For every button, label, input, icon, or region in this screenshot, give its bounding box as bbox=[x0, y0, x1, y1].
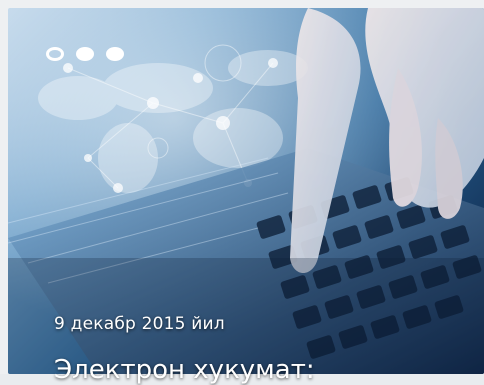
news-slider-frame: 9 декабр 2015 йил Электрон хукумат: bbox=[0, 0, 484, 385]
news-date: 9 декабр 2015 йил bbox=[54, 314, 225, 334]
slider-dot-2[interactable] bbox=[76, 47, 94, 61]
news-title[interactable]: Электрон хукумат: bbox=[54, 355, 315, 385]
slider-dot-1-active[interactable] bbox=[46, 47, 64, 61]
slider-dot-3[interactable] bbox=[106, 47, 124, 61]
slider-pagination bbox=[46, 47, 124, 61]
